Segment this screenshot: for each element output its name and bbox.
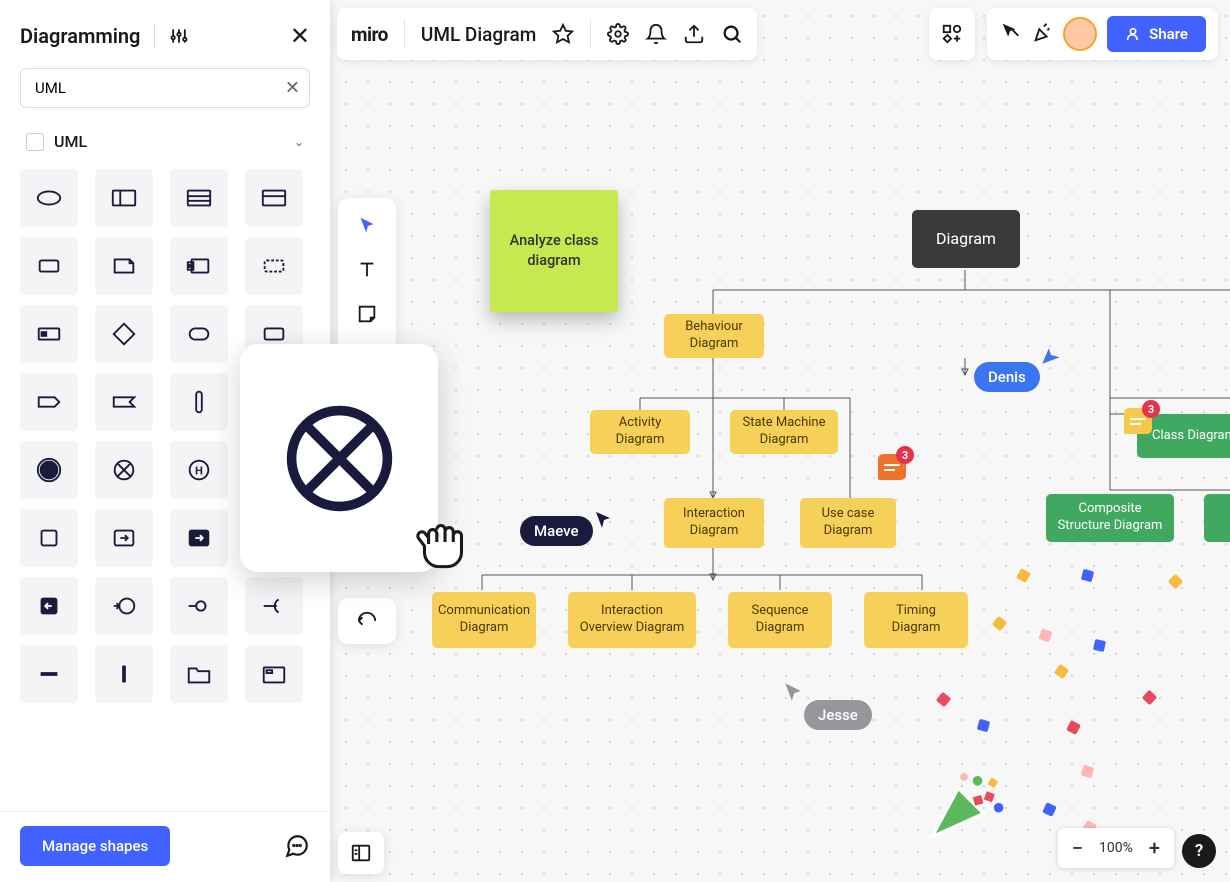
share-button[interactable]: Share bbox=[1107, 16, 1206, 52]
share-label: Share bbox=[1149, 25, 1188, 43]
celebrate-icon[interactable] bbox=[1031, 21, 1053, 47]
shape-component[interactable] bbox=[170, 237, 228, 295]
comment-badge[interactable]: 3 bbox=[1124, 408, 1152, 434]
sticky-tool[interactable] bbox=[338, 292, 396, 336]
topbar: miro UML Diagram bbox=[337, 8, 757, 60]
shape-window[interactable] bbox=[245, 645, 303, 703]
shape-square[interactable] bbox=[20, 509, 78, 567]
user-cursor-denis bbox=[1040, 344, 1062, 370]
comment-count: 3 bbox=[1142, 400, 1160, 418]
shape-header-box[interactable] bbox=[245, 169, 303, 227]
node-state-machine[interactable]: State Machine Diagram bbox=[730, 410, 838, 454]
category-label: UML bbox=[54, 132, 87, 151]
node-activity[interactable]: Activity Diagram bbox=[590, 410, 690, 454]
chevron-down-icon[interactable]: ⌄ bbox=[294, 135, 304, 149]
shape-arrow-right-filled[interactable] bbox=[170, 509, 228, 567]
shape-target[interactable] bbox=[95, 577, 153, 635]
panel-toggle[interactable] bbox=[338, 832, 384, 874]
search-box: ✕ bbox=[20, 68, 310, 108]
shape-ellipse[interactable] bbox=[20, 169, 78, 227]
node-communication[interactable]: Communication Diagram bbox=[432, 592, 536, 648]
sticky-note[interactable]: Analyze class diagram bbox=[490, 190, 618, 312]
comment-badge[interactable]: 3 bbox=[878, 454, 906, 480]
shape-bar-v[interactable] bbox=[170, 373, 228, 431]
search-input[interactable] bbox=[20, 68, 310, 108]
shape-arrow-right-box[interactable] bbox=[95, 509, 153, 567]
close-icon[interactable]: ✕ bbox=[290, 22, 310, 50]
help-button[interactable]: ? bbox=[1182, 834, 1216, 868]
comment-count: 3 bbox=[896, 446, 914, 464]
shape-signal[interactable] bbox=[95, 373, 153, 431]
shape-note[interactable] bbox=[95, 237, 153, 295]
category-row[interactable]: UML ⌄ bbox=[0, 124, 330, 165]
node-behaviour[interactable]: Behaviour Diagram bbox=[664, 314, 764, 358]
manage-shapes-button[interactable]: Manage shapes bbox=[20, 826, 170, 866]
party-popper-icon bbox=[918, 752, 1014, 848]
user-cursor-jesse bbox=[782, 680, 804, 706]
node-partial[interactable] bbox=[1204, 494, 1230, 542]
avatar[interactable] bbox=[1063, 17, 1097, 51]
shape-diamond[interactable] bbox=[95, 305, 153, 363]
zoom-in-button[interactable]: + bbox=[1149, 836, 1160, 860]
undo-button[interactable] bbox=[338, 598, 396, 644]
node-use-case[interactable]: Use case Diagram bbox=[800, 498, 896, 548]
logo[interactable]: miro bbox=[351, 23, 388, 46]
zoom-out-button[interactable]: − bbox=[1072, 836, 1083, 860]
search-icon[interactable] bbox=[721, 23, 743, 45]
svg-text:H: H bbox=[195, 465, 203, 478]
node-timing[interactable]: Timing Diagram bbox=[864, 592, 968, 648]
shape-line-h[interactable] bbox=[20, 645, 78, 703]
category-checkbox[interactable] bbox=[26, 133, 44, 151]
tools-box: Share bbox=[987, 8, 1218, 60]
shape-circle-h[interactable]: H bbox=[170, 441, 228, 499]
node-composite[interactable]: Composite Structure Diagram bbox=[1046, 494, 1174, 542]
gear-icon[interactable] bbox=[607, 23, 629, 45]
zoom-controls: − 100% + bbox=[1058, 828, 1174, 868]
zoom-level[interactable]: 100% bbox=[1099, 840, 1133, 856]
user-label-jesse: Jesse bbox=[804, 700, 872, 730]
upload-icon[interactable] bbox=[683, 23, 705, 45]
node-diagram[interactable]: Diagram bbox=[912, 210, 1020, 268]
sidebar-title: Diagramming bbox=[20, 24, 140, 48]
shape-arrow-left-filled[interactable] bbox=[20, 577, 78, 635]
shape-interface-required[interactable] bbox=[245, 577, 303, 635]
chat-icon[interactable] bbox=[284, 833, 310, 859]
pointer-tool[interactable] bbox=[338, 204, 396, 248]
confetti bbox=[1093, 639, 1106, 652]
user-cursor-maeve bbox=[594, 510, 614, 534]
apps-box[interactable] bbox=[929, 8, 975, 60]
clear-search-icon[interactable]: ✕ bbox=[285, 78, 300, 99]
user-label-maeve: Maeve bbox=[520, 516, 593, 546]
separator bbox=[404, 19, 405, 49]
shape-folder[interactable] bbox=[170, 645, 228, 703]
shape-line-v[interactable] bbox=[95, 645, 153, 703]
text-tool[interactable] bbox=[338, 248, 396, 292]
shape-slot[interactable] bbox=[20, 305, 78, 363]
node-interaction-overview[interactable]: Interaction Overview Diagram bbox=[568, 592, 696, 648]
node-sequence[interactable]: Sequence Diagram bbox=[728, 592, 832, 648]
settings-icon[interactable] bbox=[169, 26, 189, 46]
cursor-tool-icon[interactable] bbox=[999, 21, 1021, 47]
shape-rounded[interactable] bbox=[170, 305, 228, 363]
separator bbox=[590, 19, 591, 49]
shape-container[interactable] bbox=[95, 169, 153, 227]
shape-tag[interactable] bbox=[20, 373, 78, 431]
shape-rect[interactable] bbox=[20, 237, 78, 295]
shape-circle-filled[interactable] bbox=[20, 441, 78, 499]
grab-cursor-icon bbox=[408, 508, 480, 584]
user-label-denis: Denis bbox=[974, 362, 1040, 392]
star-icon[interactable] bbox=[552, 23, 574, 45]
shape-dashed-rect[interactable] bbox=[245, 237, 303, 295]
divider bbox=[154, 23, 155, 49]
board-title[interactable]: UML Diagram bbox=[421, 23, 536, 46]
shape-interface[interactable] bbox=[170, 577, 228, 635]
shape-table[interactable] bbox=[170, 169, 228, 227]
node-interaction[interactable]: Interaction Diagram bbox=[664, 498, 764, 548]
shape-circle-x[interactable] bbox=[95, 441, 153, 499]
bell-icon[interactable] bbox=[645, 23, 667, 45]
